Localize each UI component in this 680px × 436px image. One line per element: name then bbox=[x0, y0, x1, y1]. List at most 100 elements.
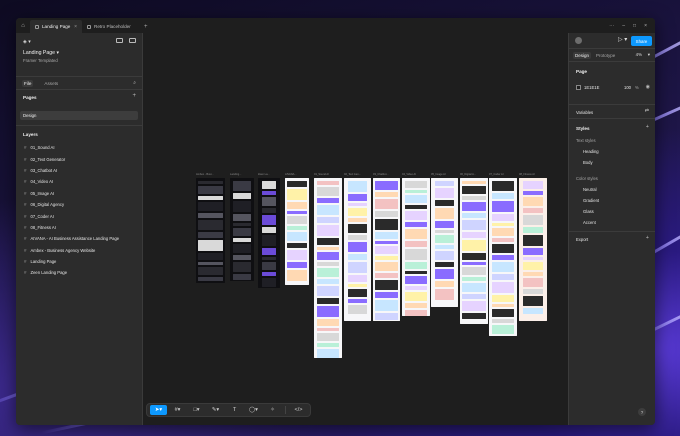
avatar[interactable] bbox=[575, 37, 582, 44]
chevron-down-icon[interactable]: ▾ bbox=[648, 52, 650, 58]
frame-content-block bbox=[523, 278, 543, 287]
layer-label: 05_Image AI bbox=[30, 190, 55, 196]
share-button[interactable]: Share bbox=[631, 36, 652, 46]
canvas-frame[interactable] bbox=[373, 178, 400, 321]
page-color-value[interactable]: 1E1E1E bbox=[584, 85, 599, 90]
layer-label: 03_Chatbot AI bbox=[30, 167, 58, 173]
layer-item[interactable]: #07_Coder AI bbox=[16, 210, 142, 221]
canvas-frame[interactable] bbox=[431, 178, 458, 307]
tab-prototype[interactable]: Prototype bbox=[594, 52, 617, 59]
canvas-frame[interactable] bbox=[285, 178, 309, 285]
add-style-icon[interactable]: + bbox=[646, 124, 649, 130]
project-name[interactable]: Framer Templated bbox=[23, 58, 58, 63]
page-item-design[interactable]: Design bbox=[20, 111, 138, 120]
layer-label: Landing Page bbox=[30, 259, 57, 265]
frame-content-block bbox=[348, 299, 367, 303]
frame-icon: # bbox=[24, 224, 27, 230]
canvas-frame[interactable] bbox=[344, 178, 371, 321]
bottom-toolbar: ➤▾ #▾ □▾ ✎▾ T ◯▾ ✧ </> bbox=[146, 403, 311, 417]
style-item-gradient[interactable]: Gradient bbox=[583, 198, 599, 203]
canvas[interactable]: Ambex - Busi... Landing... Zeen La... AIVAN… bbox=[143, 33, 568, 425]
file-title[interactable]: Landing Page ▾ bbox=[23, 50, 59, 56]
frame-content-block bbox=[462, 301, 486, 311]
style-item-body[interactable]: Body bbox=[583, 160, 593, 165]
close-window-icon[interactable]: × bbox=[644, 23, 647, 29]
frame-content-block bbox=[435, 208, 454, 219]
add-export-icon[interactable]: + bbox=[646, 235, 649, 241]
layer-item[interactable]: #06_Digital Agency bbox=[16, 199, 142, 210]
frame-content-block bbox=[492, 262, 514, 272]
move-tool-icon[interactable]: ➤▾ bbox=[150, 405, 167, 415]
canvas-frame[interactable] bbox=[196, 178, 225, 283]
right-panel-tabs: Design Prototype 4% ▾ bbox=[569, 49, 655, 62]
frame-content-block bbox=[287, 202, 307, 209]
window-controls: ⋯ – □ × bbox=[609, 18, 655, 33]
shape-tool-icon[interactable]: □▾ bbox=[188, 405, 205, 415]
tab-retro-placeholder[interactable]: Retro Placeholder bbox=[82, 20, 138, 33]
export-label[interactable]: Export bbox=[576, 237, 588, 242]
new-tab-icon[interactable]: + bbox=[138, 20, 154, 33]
style-item-heading[interactable]: Heading bbox=[583, 149, 599, 154]
frame-content-block bbox=[262, 208, 276, 213]
canvas-frame[interactable] bbox=[314, 178, 342, 358]
frame-label: 05_Image AI bbox=[431, 173, 446, 176]
figma-menu-icon[interactable]: ◈ ▾ bbox=[23, 39, 31, 45]
layer-item[interactable]: # Zeen Landing Page bbox=[16, 267, 142, 278]
variables-icon[interactable]: ⇄ bbox=[645, 108, 649, 114]
page-opacity-value[interactable]: 100 bbox=[624, 85, 631, 90]
frame-tool-icon[interactable]: #▾ bbox=[169, 405, 186, 415]
home-icon[interactable]: ⌂ bbox=[16, 18, 30, 33]
canvas-frame[interactable] bbox=[402, 178, 430, 316]
add-page-icon[interactable]: + bbox=[132, 93, 136, 99]
layer-item[interactable]: # Landing Page bbox=[16, 256, 142, 267]
layer-item[interactable]: # AIVANA - AI Business Assistance Landing… bbox=[16, 233, 142, 244]
style-item-accent[interactable]: Accent bbox=[583, 220, 596, 225]
text-tool-icon[interactable]: T bbox=[226, 405, 243, 415]
style-item-glass[interactable]: Glass bbox=[583, 209, 594, 214]
pen-tool-icon[interactable]: ✎▾ bbox=[207, 405, 224, 415]
frame-content-block bbox=[405, 205, 427, 209]
frame-label: 03_Chatbot... bbox=[373, 173, 389, 176]
layer-item[interactable]: #01_Sound AI bbox=[16, 142, 142, 153]
tab-landing-page[interactable]: Landing Page × bbox=[30, 20, 82, 33]
pages-section: Pages + Design bbox=[16, 90, 142, 126]
style-item-neutral[interactable]: Neutral bbox=[583, 187, 597, 192]
tab-file[interactable]: File bbox=[22, 79, 34, 87]
canvas-frame[interactable] bbox=[460, 178, 488, 324]
canvas-frame[interactable] bbox=[489, 178, 517, 336]
layer-item[interactable]: #05_Image AI bbox=[16, 188, 142, 199]
layer-item[interactable]: #03_Chatbot AI bbox=[16, 165, 142, 176]
minimize-icon[interactable]: – bbox=[622, 23, 625, 29]
dev-mode-icon[interactable]: </> bbox=[290, 405, 307, 415]
help-button[interactable]: ? bbox=[638, 408, 646, 416]
search-icon[interactable]: ⌕ bbox=[133, 80, 136, 86]
frame-content-block bbox=[435, 262, 454, 267]
variables-label[interactable]: Variables bbox=[576, 110, 593, 115]
more-icon[interactable]: ⋯ bbox=[609, 23, 614, 29]
tab-design[interactable]: Design bbox=[573, 51, 592, 59]
layout-icon[interactable] bbox=[116, 38, 123, 43]
canvas-frame[interactable] bbox=[519, 178, 547, 321]
frame-content-block bbox=[317, 187, 339, 196]
frame-content-block bbox=[375, 280, 398, 290]
tab-assets[interactable]: Assets bbox=[42, 80, 60, 87]
present-icon[interactable]: ▷ ▾ bbox=[618, 36, 627, 43]
close-tab-icon[interactable]: × bbox=[74, 24, 77, 30]
page-color-swatch[interactable] bbox=[576, 85, 581, 90]
zoom-level[interactable]: 4% bbox=[636, 52, 642, 57]
comment-tool-icon[interactable]: ◯▾ bbox=[245, 405, 262, 415]
frame-content-block bbox=[317, 198, 339, 203]
eye-icon[interactable]: ◉ bbox=[646, 84, 650, 90]
maximize-icon[interactable]: □ bbox=[633, 23, 636, 29]
frame-icon: # bbox=[24, 190, 27, 196]
canvas-frame[interactable] bbox=[230, 178, 254, 281]
frame-content-block bbox=[317, 262, 339, 266]
canvas-frame[interactable] bbox=[258, 178, 280, 288]
frame-content-block bbox=[492, 255, 514, 260]
layer-item[interactable]: #08_Fitness AI bbox=[16, 222, 142, 233]
sidebar-toggle-icon[interactable] bbox=[129, 38, 136, 43]
layer-item[interactable]: #04_Video AI bbox=[16, 176, 142, 187]
layer-item[interactable]: # Ambex - Business Agency Website bbox=[16, 245, 142, 256]
layer-item[interactable]: #02_Text Generator bbox=[16, 153, 142, 164]
actions-tool-icon[interactable]: ✧ bbox=[264, 405, 281, 415]
